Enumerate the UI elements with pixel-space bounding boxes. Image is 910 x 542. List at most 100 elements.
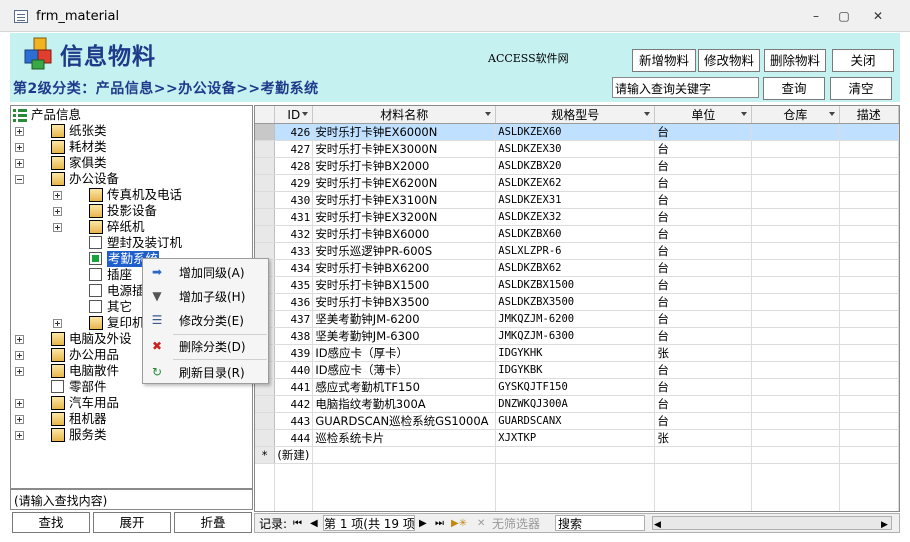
table-row[interactable]: 428 安时乐打卡钟BX2000 ASLDKZBX20 台 (255, 157, 899, 175)
table-row[interactable]: 441 感应式考勤机TF150 GYSKQJTF150 台 (255, 378, 899, 396)
row-selector[interactable] (255, 429, 276, 447)
cell-name[interactable]: 安时乐打卡钟BX6200 (312, 259, 497, 277)
cell-spec[interactable]: ASLDKZEX60 (495, 123, 656, 141)
cell-description[interactable] (839, 412, 899, 430)
dropdown-arrow-icon[interactable] (741, 112, 748, 116)
cell-description[interactable] (839, 225, 899, 243)
cell-name[interactable]: 安时乐打卡钟EX6200N (312, 174, 497, 192)
cell-unit[interactable]: 台 (654, 123, 753, 141)
edit-material-button[interactable]: 修改物料 (698, 49, 760, 72)
cell-spec[interactable]: XJXTKP (495, 429, 656, 447)
table-row[interactable]: 429 安时乐打卡钟EX6200N ASLDKZEX62 台 (255, 174, 899, 192)
cell-description[interactable] (839, 242, 899, 260)
cell-id[interactable]: 434 (274, 259, 314, 277)
table-row[interactable]: 427 安时乐打卡钟EX3000N ASLDKZEX30 台 (255, 140, 899, 158)
close-button[interactable]: 关闭 (832, 49, 894, 72)
expand-plus-icon[interactable] (15, 351, 24, 360)
cell-description[interactable] (839, 310, 899, 328)
menu-refresh[interactable]: ↻ 刷新目录(R) (143, 360, 268, 384)
expand-plus-icon[interactable] (15, 399, 24, 408)
add-material-button[interactable]: 新增物料 (632, 49, 696, 72)
table-row[interactable]: 435 安时乐打卡钟BX1500 ASLDKZBX1500 台 (255, 276, 899, 294)
cell-name[interactable]: ID感应卡（厚卡） (312, 344, 497, 362)
row-selector[interactable] (255, 123, 276, 141)
cell-spec[interactable]: ASLDKZBX3500 (495, 293, 656, 311)
cell-spec[interactable]: JMKQZJM-6200 (495, 310, 656, 328)
column-header-id[interactable]: ID (274, 106, 314, 124)
cell-warehouse[interactable] (751, 378, 840, 396)
clear-button[interactable]: 清空 (830, 77, 892, 100)
cell-spec[interactable]: JMKQZJM-6300 (495, 327, 656, 345)
cell-unit[interactable]: 台 (654, 395, 753, 413)
column-header-spec[interactable]: 规格型号 (495, 106, 656, 124)
cell-name[interactable]: 安时乐打卡钟BX1500 (312, 276, 497, 294)
table-row[interactable]: 434 安时乐打卡钟BX6200 ASLDKZBX62 台 (255, 259, 899, 277)
cell-id[interactable]: 430 (274, 191, 314, 209)
materials-grid[interactable]: ID 材料名称 规格型号 单位 仓库 描述 426 安时乐打卡钟EX6000N AS… (254, 105, 900, 512)
cell-spec[interactable]: ASLXLZPR-6 (495, 242, 656, 260)
cell-id[interactable]: 429 (274, 174, 314, 192)
cell-description[interactable] (839, 123, 899, 141)
column-header-description[interactable]: 描述 (839, 106, 899, 124)
cell-unit[interactable]: 台 (654, 310, 753, 328)
cell-name[interactable]: 安时乐打卡钟EX3200N (312, 208, 497, 226)
cell-unit[interactable]: 台 (654, 225, 753, 243)
new-row-cell[interactable] (312, 446, 497, 464)
cell-spec[interactable]: ASLDKZBX62 (495, 259, 656, 277)
last-record-icon[interactable]: ⏭ (435, 516, 444, 532)
table-row[interactable]: 430 安时乐打卡钟EX3100N ASLDKZEX31 台 (255, 191, 899, 209)
cell-name[interactable]: 安时乐巡逻钟PR-600S (312, 242, 497, 260)
cell-name[interactable]: 坚美考勤钟JM-6200 (312, 310, 497, 328)
cell-id[interactable]: 431 (274, 208, 314, 226)
cell-name[interactable]: 巡检系统卡片 (312, 429, 497, 447)
cell-warehouse[interactable] (751, 361, 840, 379)
expand-plus-icon[interactable] (53, 207, 62, 216)
cell-warehouse[interactable] (751, 327, 840, 345)
cell-name[interactable]: 安时乐打卡钟BX2000 (312, 157, 497, 175)
row-selector[interactable] (255, 191, 276, 209)
cell-description[interactable] (839, 327, 899, 345)
find-button[interactable]: 查找 (12, 512, 90, 533)
dropdown-arrow-icon[interactable] (828, 112, 835, 116)
cell-unit[interactable]: 台 (654, 174, 753, 192)
expand-plus-icon[interactable] (15, 159, 24, 168)
cell-description[interactable] (839, 208, 899, 226)
row-selector[interactable] (255, 412, 276, 430)
delete-material-button[interactable]: 删除物料 (764, 49, 826, 72)
cell-unit[interactable]: 台 (654, 191, 753, 209)
cell-spec[interactable]: ASLDKZEX32 (495, 208, 656, 226)
cell-description[interactable] (839, 361, 899, 379)
cell-unit[interactable]: 台 (654, 276, 753, 294)
new-record-icon[interactable]: ▶✳ (451, 516, 467, 532)
cell-name[interactable]: 安时乐打卡钟EX6000N (312, 123, 497, 141)
cell-id[interactable]: 442 (274, 395, 314, 413)
cell-spec[interactable]: IDGYKHK (495, 344, 656, 362)
cell-warehouse[interactable] (751, 140, 840, 158)
row-selector[interactable] (255, 208, 276, 226)
expand-plus-icon[interactable] (15, 415, 24, 424)
new-row-cell[interactable] (839, 446, 899, 464)
expand-plus-icon[interactable] (15, 335, 24, 344)
cell-id[interactable]: 440 (274, 361, 314, 379)
table-row[interactable]: 432 安时乐打卡钟BX6000 ASLDKZBX60 台 (255, 225, 899, 243)
scroll-left-icon[interactable]: ◀ (654, 517, 661, 533)
cell-unit[interactable]: 台 (654, 361, 753, 379)
cell-spec[interactable]: GYSKQJTF150 (495, 378, 656, 396)
menu-add-child[interactable]: ▼ 增加子级(H) (143, 284, 268, 308)
cell-warehouse[interactable] (751, 191, 840, 209)
cell-id[interactable]: 432 (274, 225, 314, 243)
table-row[interactable]: 431 安时乐打卡钟EX3200N ASLDKZEX32 台 (255, 208, 899, 226)
search-box[interactable]: 搜索 (555, 515, 645, 531)
row-selector[interactable] (255, 174, 276, 192)
cell-unit[interactable]: 台 (654, 259, 753, 277)
expand-plus-icon[interactable] (53, 223, 62, 232)
cell-spec[interactable]: GUARDSCANX (495, 412, 656, 430)
prev-record-icon[interactable]: ◀ (310, 516, 318, 532)
cell-name[interactable]: ID感应卡（薄卡） (312, 361, 497, 379)
search-input[interactable]: 请输入查询关键字 (612, 77, 759, 98)
cell-description[interactable] (839, 191, 899, 209)
filter-status[interactable]: 无筛选器 (492, 516, 540, 532)
table-row[interactable]: 438 坚美考勤钟JM-6300 JMKQZJM-6300 台 (255, 327, 899, 345)
cell-id[interactable]: 437 (274, 310, 314, 328)
table-row[interactable]: 444 巡检系统卡片 XJXTKP 张 (255, 429, 899, 447)
